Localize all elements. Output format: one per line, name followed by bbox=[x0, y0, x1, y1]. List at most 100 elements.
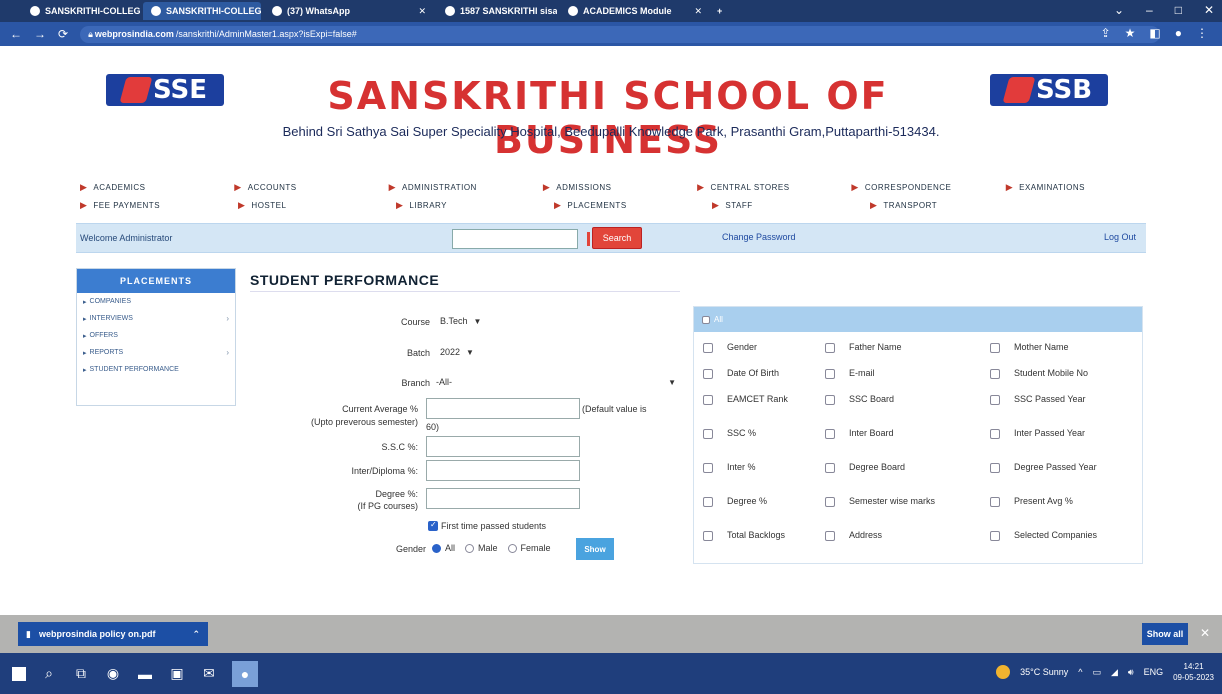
clock[interactable]: 14:21 09-05-2023 bbox=[1173, 661, 1214, 683]
field-option-checkbox[interactable] bbox=[703, 343, 713, 353]
menu-placements[interactable]: ▶ PLACEMENTS bbox=[554, 200, 712, 211]
field-option-checkbox[interactable] bbox=[825, 531, 835, 541]
close-tab-icon[interactable]: ✕ bbox=[418, 6, 426, 17]
chrome-icon[interactable]: ● bbox=[232, 660, 258, 687]
menu-administration[interactable]: ▶ ADMINISTRATION bbox=[389, 182, 543, 193]
forward-icon[interactable]: → bbox=[34, 27, 46, 41]
change-password-link[interactable]: Change Password bbox=[722, 232, 796, 242]
tab-list-icon[interactable]: ⌄ bbox=[1114, 3, 1124, 17]
search-icon[interactable]: ⌕ bbox=[40, 665, 58, 683]
course-select[interactable]: B.Tech ▼ bbox=[440, 313, 481, 329]
search-button[interactable]: Search bbox=[587, 227, 642, 249]
search-input[interactable] bbox=[452, 229, 578, 249]
bookmark-star-icon[interactable]: ★ bbox=[1125, 26, 1136, 40]
close-window-icon[interactable]: ✕ bbox=[1204, 3, 1214, 17]
menu-examinations[interactable]: ▶ EXAMINATIONS bbox=[1006, 182, 1160, 193]
site-header: SSE SANSKRITHI SCHOOL OF BUSINESS SSB Be… bbox=[0, 46, 1222, 162]
browser-tab[interactable]: 1587 SANSKRITHI sisanapal✕ bbox=[437, 2, 557, 20]
wifi-icon[interactable]: ◢ bbox=[1111, 667, 1118, 678]
field-option-checkbox[interactable] bbox=[990, 531, 1000, 541]
arrow-icon: ▶ bbox=[388, 181, 396, 192]
degree-input[interactable] bbox=[426, 488, 580, 509]
gender-all-radio[interactable] bbox=[432, 543, 441, 553]
field-option-checkbox[interactable] bbox=[825, 343, 835, 353]
volume-icon[interactable]: 🔊︎ bbox=[1128, 667, 1134, 678]
sidepanel-icon[interactable]: ◧ bbox=[1149, 26, 1160, 40]
ssc-input[interactable] bbox=[426, 436, 580, 457]
menu-central-stores[interactable]: ▶ CENTRAL STORES bbox=[697, 182, 851, 193]
menu-icon[interactable]: ⋮ bbox=[1196, 26, 1208, 40]
share-icon[interactable]: ⇪ bbox=[1101, 26, 1111, 40]
close-download-bar-icon[interactable]: ✕ bbox=[1200, 626, 1210, 640]
field-option-checkbox[interactable] bbox=[825, 429, 835, 439]
chevron-up-icon[interactable]: ⌃ bbox=[192, 629, 200, 640]
edge-icon[interactable]: ◉ bbox=[104, 665, 122, 683]
field-option-checkbox[interactable] bbox=[825, 395, 835, 405]
sidebar-item-offers[interactable]: ▸ OFFERS bbox=[77, 327, 235, 344]
current-average-input[interactable] bbox=[426, 398, 580, 419]
field-option-checkbox[interactable] bbox=[703, 429, 713, 439]
language-indicator[interactable]: ENG bbox=[1144, 667, 1164, 677]
menu-hostel[interactable]: ▶ HOSTEL bbox=[238, 200, 396, 211]
field-option-checkbox[interactable] bbox=[990, 343, 1000, 353]
field-option-label: Address bbox=[849, 530, 883, 540]
field-option-checkbox[interactable] bbox=[990, 497, 1000, 507]
profile-icon[interactable]: ● bbox=[1175, 26, 1182, 40]
field-option-checkbox[interactable] bbox=[825, 497, 835, 507]
menu-academics[interactable]: ▶ ACADEMICS bbox=[80, 182, 234, 193]
field-option-checkbox[interactable] bbox=[703, 497, 713, 507]
menu-fee-payments[interactable]: ▶ FEE PAYMENTS bbox=[80, 200, 238, 211]
new-tab-button[interactable]: + bbox=[713, 2, 737, 20]
gender-female-radio[interactable] bbox=[507, 543, 517, 553]
field-option-checkbox[interactable] bbox=[703, 395, 713, 405]
field-option: SSC % bbox=[703, 428, 821, 439]
tray-expand-icon[interactable]: ^ bbox=[1078, 667, 1082, 677]
arrow-icon: ▶ bbox=[80, 181, 88, 192]
menu-correspondence[interactable]: ▶ CORRESPONDENCE bbox=[851, 182, 1005, 193]
field-option-checkbox[interactable] bbox=[990, 429, 1000, 439]
menu-transport[interactable]: ▶ TRANSPORT bbox=[870, 200, 1028, 211]
windows-start-icon[interactable] bbox=[12, 666, 26, 681]
sidebar-item-companies[interactable]: ▸ COMPANIES bbox=[77, 293, 235, 310]
weather-text[interactable]: 35°C Sunny bbox=[1020, 667, 1068, 677]
branch-select[interactable]: -All- ▼ bbox=[436, 374, 676, 390]
browser-tab[interactable]: ACADEMICS Module ✕ bbox=[560, 2, 710, 20]
browser-tab-active[interactable]: SANSKRITHI-COLLEGE AUT✕ bbox=[143, 2, 261, 20]
field-option-checkbox[interactable] bbox=[825, 369, 835, 379]
field-option-checkbox[interactable] bbox=[703, 369, 713, 379]
browser-tab[interactable]: SANSKRITHI-COLLEGE AUT✕ bbox=[22, 2, 140, 20]
gender-male-radio[interactable] bbox=[465, 543, 475, 553]
batch-select[interactable]: 2022 ▼ bbox=[440, 344, 474, 360]
field-option-checkbox[interactable] bbox=[990, 395, 1000, 405]
url-field[interactable]: 🔒︎ webprosindia.com/sanskrithi/AdminMast… bbox=[80, 25, 1161, 43]
download-item[interactable]: ▮ webprosindia policy on.pdf ⌃ bbox=[18, 622, 208, 646]
file-explorer-icon[interactable]: ▬ bbox=[136, 665, 154, 683]
show-button[interactable]: Show bbox=[576, 538, 614, 560]
first-time-passed-checkbox[interactable] bbox=[428, 520, 438, 531]
sidebar-item-reports[interactable]: ▸ REPORTS › bbox=[77, 344, 235, 361]
browser-tab[interactable]: (37) WhatsApp ✕ bbox=[264, 2, 434, 20]
logout-link[interactable]: Log Out bbox=[1104, 232, 1136, 242]
close-tab-icon[interactable]: ✕ bbox=[694, 6, 702, 17]
inter-diploma-input[interactable] bbox=[426, 460, 580, 481]
sidebar-item-interviews[interactable]: ▸ INTERVIEWS › bbox=[77, 310, 235, 327]
field-option-checkbox[interactable] bbox=[703, 531, 713, 541]
field-option-checkbox[interactable] bbox=[990, 369, 1000, 379]
select-all-checkbox[interactable] bbox=[702, 315, 710, 324]
mail-icon[interactable]: ✉ bbox=[200, 665, 218, 683]
field-option-checkbox[interactable] bbox=[703, 463, 713, 473]
show-all-button[interactable]: Show all bbox=[1142, 623, 1188, 645]
menu-admissions[interactable]: ▶ ADMISSIONS bbox=[543, 182, 697, 193]
menu-library[interactable]: ▶ LIBRARY bbox=[396, 200, 554, 211]
menu-accounts[interactable]: ▶ ACCOUNTS bbox=[234, 182, 388, 193]
maximize-icon[interactable]: □ bbox=[1175, 3, 1182, 17]
store-icon[interactable]: ▣ bbox=[168, 665, 186, 683]
field-option-checkbox[interactable] bbox=[990, 463, 1000, 473]
menu-staff[interactable]: ▶ STAFF bbox=[712, 200, 870, 211]
reload-icon[interactable]: ⟳ bbox=[58, 27, 68, 41]
minimize-icon[interactable]: – bbox=[1146, 3, 1153, 17]
sidebar-item-student-performance[interactable]: ▸ STUDENT PERFORMANCE bbox=[77, 361, 235, 378]
task-view-icon[interactable]: ⧉ bbox=[72, 665, 90, 683]
field-option-checkbox[interactable] bbox=[825, 463, 835, 473]
back-icon[interactable]: ← bbox=[10, 27, 22, 41]
